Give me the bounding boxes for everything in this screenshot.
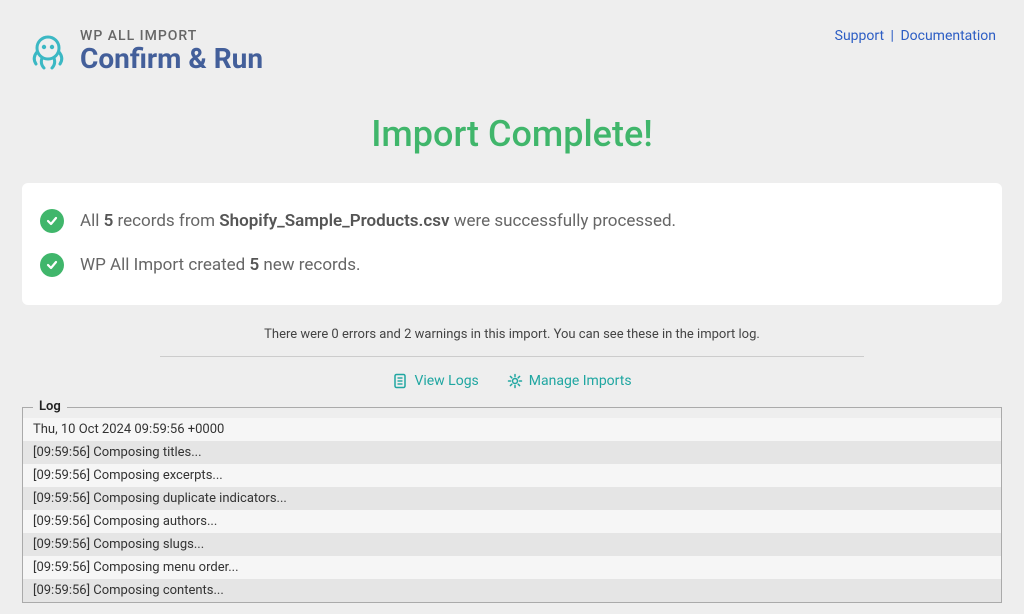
manage-imports-button[interactable]: Manage Imports [507,373,632,389]
manage-imports-label: Manage Imports [529,373,632,389]
log-panel: Log Thu, 10 Oct 2024 09:59:56 +0000 [09:… [22,407,1002,603]
page-title: Confirm & Run [80,42,263,75]
support-link[interactable]: Support [835,28,884,44]
summary-text-records: All 5 records from Shopify_Sample_Produc… [80,211,676,231]
divider [160,356,864,357]
documentation-link[interactable]: Documentation [900,28,996,44]
log-row: [09:59:56] Composing authors... [23,510,1001,533]
check-icon [40,209,64,233]
document-icon [392,373,408,389]
summary-row-records: All 5 records from Shopify_Sample_Produc… [40,209,984,233]
check-icon [40,253,64,277]
summary-card: All 5 records from Shopify_Sample_Produc… [22,183,1002,305]
log-entries: Thu, 10 Oct 2024 09:59:56 +0000 [09:59:5… [23,418,1001,602]
log-row: [09:59:56] Composing titles... [23,441,1001,464]
log-row: [09:59:56] Composing contents... [23,579,1001,602]
view-logs-button[interactable]: View Logs [392,373,478,389]
log-row: [09:59:56] Composing excerpts... [23,464,1001,487]
view-logs-label: View Logs [414,373,478,389]
log-row: [09:59:56] Composing menu order... [23,556,1001,579]
log-row: [09:59:56] Composing slugs... [23,533,1001,556]
gear-icon [507,373,523,389]
brand: WP ALL IMPORT Confirm & Run [28,28,263,75]
summary-text-created: WP All Import created 5 new records. [80,255,360,275]
log-row: [09:59:56] Composing duplicate indicator… [23,487,1001,510]
header-links: Support | Documentation [835,28,996,44]
complete-title: Import Complete! [0,113,1024,155]
meta-text: There were 0 errors and 2 warnings in th… [0,327,1024,342]
octopus-logo-icon [28,32,68,72]
summary-row-created: WP All Import created 5 new records. [40,253,984,277]
log-row: Thu, 10 Oct 2024 09:59:56 +0000 [23,418,1001,441]
action-links: View Logs Manage Imports [0,373,1024,389]
link-separator: | [891,28,894,44]
log-label: Log [33,399,67,414]
